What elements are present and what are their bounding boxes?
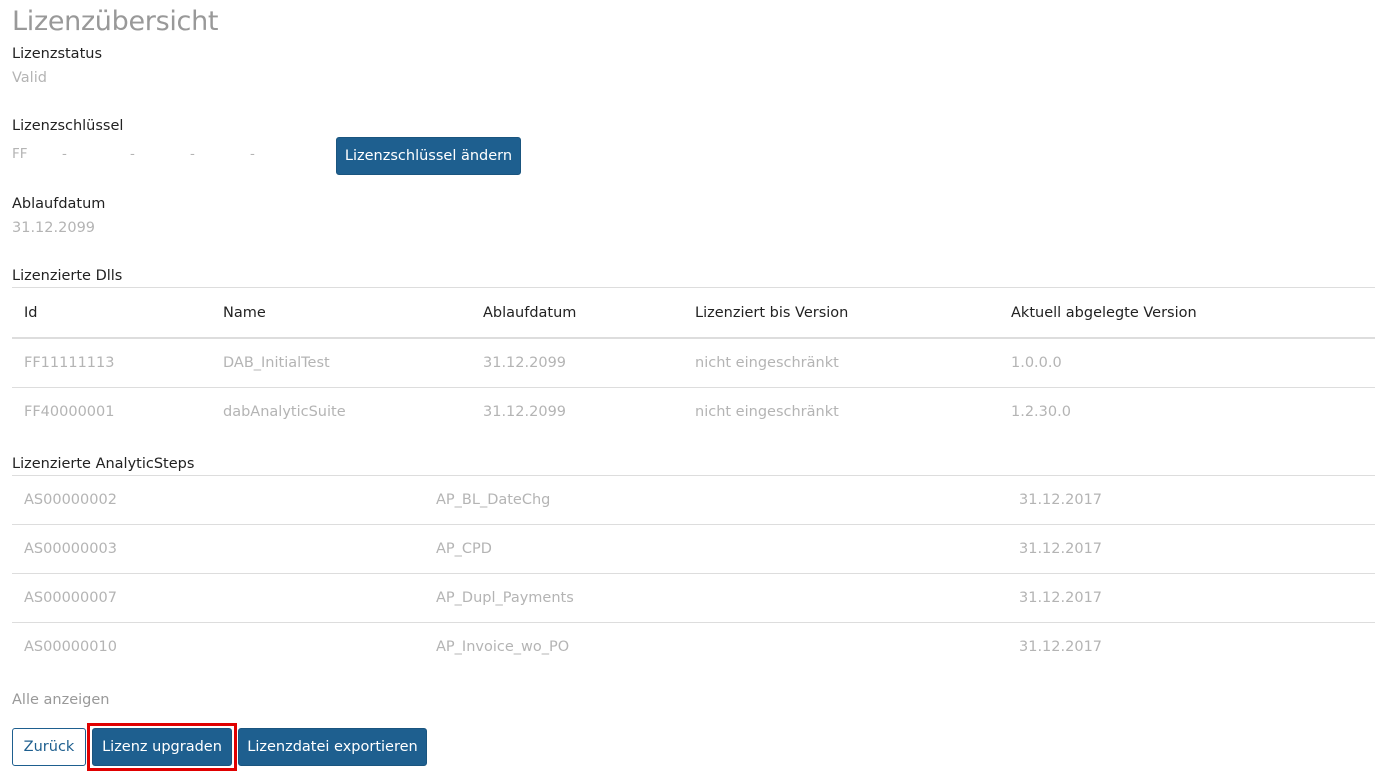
dll-name: dabAnalyticSuite <box>211 387 471 436</box>
dll-expiry: 31.12.2099 <box>471 387 683 436</box>
change-license-key-button[interactable]: Lizenzschlüssel ändern <box>336 137 521 175</box>
dll-current-version: 1.0.0.0 <box>999 337 1375 388</box>
step-id: AS00000007 <box>12 573 424 623</box>
expiry-date-value: 31.12.2099 <box>12 220 96 236</box>
step-expiry: 31.12.2017 <box>1007 622 1375 671</box>
table-row: AS00000002 AP_BL_DateChg 31.12.2017 <box>12 475 1375 525</box>
step-expiry: 31.12.2017 <box>1007 573 1375 623</box>
export-license-file-button[interactable]: Lizenzdatei exportieren <box>238 728 427 766</box>
table-row: FF11111113 DAB_InitialTest 31.12.2099 ni… <box>12 337 1375 388</box>
license-key-separator: - <box>250 146 255 162</box>
step-name: AP_BL_DateChg <box>424 475 1007 525</box>
column-header-current-version: Aktuell abgelegte Version <box>999 287 1375 339</box>
column-header-name: Name <box>211 287 471 339</box>
table-row: AS00000007 AP_Dupl_Payments 31.12.2017 <box>12 573 1375 623</box>
dll-id: FF40000001 <box>12 387 211 436</box>
step-name: AP_Dupl_Payments <box>424 573 1007 623</box>
license-status-value: Valid <box>12 70 47 86</box>
dll-licensed-version: nicht eingeschränkt <box>683 337 999 388</box>
dll-name: DAB_InitialTest <box>211 337 471 388</box>
step-expiry: 31.12.2017 <box>1007 475 1375 525</box>
license-key-separator: - <box>190 146 195 162</box>
table-row: AS00000003 AP_CPD 31.12.2017 <box>12 524 1375 574</box>
license-key-label: Lizenzschlüssel <box>12 118 124 134</box>
column-header-expiry: Ablaufdatum <box>471 287 683 339</box>
step-name: AP_CPD <box>424 524 1007 574</box>
licensed-steps-label: Lizenzierte AnalyticSteps <box>12 456 195 472</box>
licensed-dlls-table: Id Name Ablaufdatum Lizenziert bis Versi… <box>12 287 1375 436</box>
licensed-steps-table: AS00000002 AP_BL_DateChg 31.12.2017 AS00… <box>12 475 1375 671</box>
dll-id: FF11111113 <box>12 337 211 388</box>
step-id: AS00000002 <box>12 475 424 525</box>
dll-current-version: 1.2.30.0 <box>999 387 1375 436</box>
step-id: AS00000003 <box>12 524 424 574</box>
license-key-separator: - <box>130 146 135 162</box>
licensed-dlls-label: Lizenzierte Dlls <box>12 268 123 284</box>
back-button[interactable]: Zurück <box>12 728 86 766</box>
dll-licensed-version: nicht eingeschränkt <box>683 387 999 436</box>
show-all-link[interactable]: Alle anzeigen <box>12 692 109 708</box>
upgrade-license-button[interactable]: Lizenz upgraden <box>92 728 232 766</box>
dll-expiry: 31.12.2099 <box>471 337 683 388</box>
license-key-part: FF <box>12 146 28 162</box>
expiry-date-label: Ablaufdatum <box>12 196 106 212</box>
table-row: AS00000010 AP_Invoice_wo_PO 31.12.2017 <box>12 622 1375 671</box>
step-id: AS00000010 <box>12 622 424 671</box>
column-header-licensed-version: Lizenziert bis Version <box>683 287 999 339</box>
table-row: FF40000001 dabAnalyticSuite 31.12.2099 n… <box>12 387 1375 436</box>
page-title: Lizenzübersicht <box>12 6 219 37</box>
step-name: AP_Invoice_wo_PO <box>424 622 1007 671</box>
table-header-row: Id Name Ablaufdatum Lizenziert bis Versi… <box>12 287 1375 339</box>
license-key-separator: - <box>62 146 67 162</box>
step-expiry: 31.12.2017 <box>1007 524 1375 574</box>
license-status-label: Lizenzstatus <box>12 46 102 62</box>
column-header-id: Id <box>12 287 211 339</box>
